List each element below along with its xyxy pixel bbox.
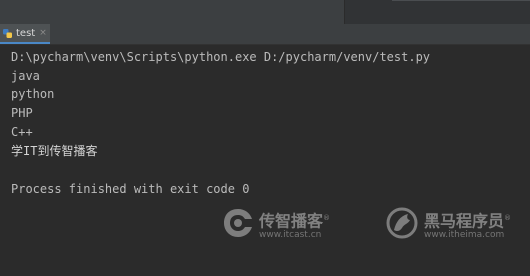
console-output-line: java [11, 69, 40, 83]
editor-top-strip [0, 0, 530, 24]
run-tool-window-tabbar: test × [0, 24, 530, 45]
itcast-url: www.itcast.cn [259, 230, 322, 241]
itheima-horse-logo-icon [384, 206, 420, 244]
console-output-line: python [11, 87, 55, 101]
tab-test[interactable]: test × [0, 24, 50, 44]
itcast-logo-icon [221, 206, 255, 244]
console-output-line: 学IT到传智播客 [11, 144, 98, 158]
itcast-brand-name: 传智播客® [259, 211, 331, 231]
panel-separator-line [392, 0, 530, 1]
console-output-line: C++ [11, 125, 33, 139]
itcast-watermark: 传智播客® www.itcast.cn [221, 206, 330, 244]
console-command-line: D:\pycharm\venv\Scripts\python.exe D:/py… [11, 50, 431, 64]
python-file-icon [3, 28, 12, 38]
side-panel-header [345, 0, 530, 24]
console-exit-status: Process finished with exit code 0 [11, 182, 250, 196]
close-icon[interactable]: × [39, 28, 47, 38]
tab-label: test [16, 27, 36, 39]
itheima-url: www.itheima.com [424, 230, 505, 241]
itheima-brand-name: 黑马程序员® [424, 211, 512, 231]
itheima-watermark: 黑马程序员® www.itheima.com [384, 206, 511, 244]
console-output-line: PHP [11, 106, 33, 120]
